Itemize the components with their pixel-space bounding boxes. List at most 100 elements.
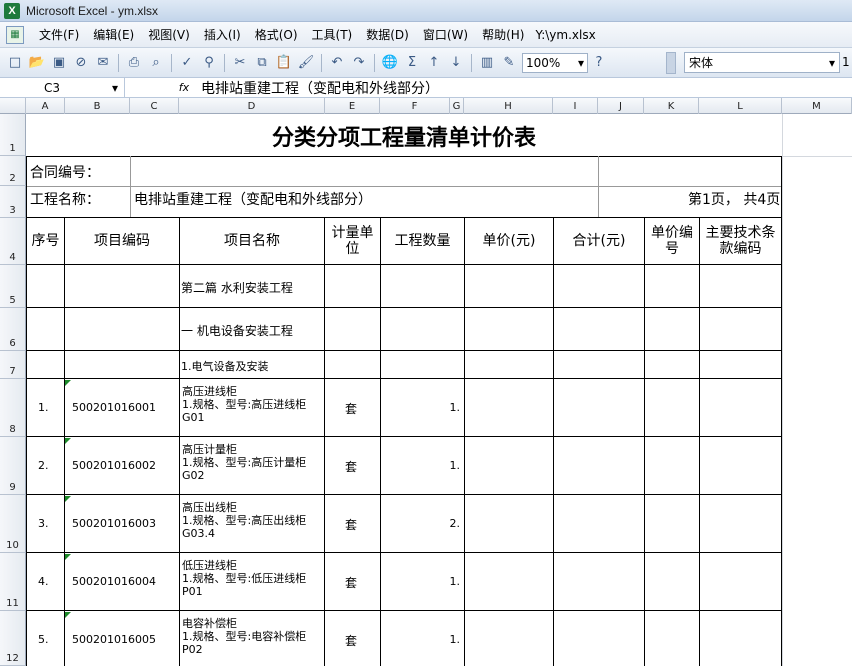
- column-header-d[interactable]: D: [179, 98, 325, 114]
- border-line: [464, 217, 465, 666]
- row-header-7[interactable]: 7: [0, 351, 26, 379]
- menu-help[interactable]: 帮助(H): [475, 24, 531, 45]
- column-header-c[interactable]: C: [130, 98, 179, 114]
- menu-file[interactable]: 文件(F): [32, 24, 86, 45]
- print-preview-icon[interactable]: ⌕: [146, 53, 166, 73]
- toolbar-separator: [374, 53, 375, 72]
- error-indicator-icon: [65, 380, 71, 386]
- formula-bar: C3 ▾ fx 电排站重建工程（变配电和外线部分）: [0, 78, 852, 98]
- item-name-line: 1.规格、型号:低压进线柜: [182, 572, 307, 585]
- row-header-11[interactable]: 11: [0, 553, 26, 611]
- undo-icon[interactable]: ↶: [327, 53, 347, 73]
- item-name-line: 1.规格、型号:高压计量柜: [182, 456, 307, 469]
- row-header-12[interactable]: 12: [0, 611, 26, 666]
- menu-window[interactable]: 窗口(W): [416, 24, 475, 45]
- border-line: [26, 307, 782, 308]
- column-header-h[interactable]: H: [464, 98, 553, 114]
- row-header-2[interactable]: 2: [0, 156, 26, 186]
- header-tech-code: 主要技术条款编码: [705, 225, 776, 257]
- item-name-line: G03.4: [182, 527, 216, 540]
- spelling-icon[interactable]: ✓: [177, 53, 197, 73]
- section-cell: 第二篇 水利安装工程: [181, 281, 293, 295]
- workbook-icon[interactable]: ▦: [6, 25, 24, 44]
- item-no: 5.: [38, 633, 49, 646]
- column-header-e[interactable]: E: [325, 98, 380, 114]
- standard-toolbar: □ 📂 ▣ ⊘ ✉ ⎙ ⌕ ✓ ⚲ ✂ ⧉ 📋 🖌 ↶ ↷ 🌐 Σ ↑ ↓ ▥ …: [0, 48, 852, 78]
- row-header-4[interactable]: 4: [0, 218, 26, 265]
- save-icon[interactable]: ▣: [49, 53, 69, 73]
- column-header-i[interactable]: I: [553, 98, 598, 114]
- border-line: [26, 378, 782, 379]
- font-size-select[interactable]: 1: [842, 52, 852, 73]
- item-qty: 1.: [449, 459, 461, 472]
- menu-format[interactable]: 格式(O): [248, 24, 305, 45]
- row-header-9[interactable]: 9: [0, 437, 26, 495]
- item-name-line: 1.规格、型号:电容补偿柜: [182, 630, 307, 643]
- insert-function-icon[interactable]: fx: [173, 81, 195, 94]
- font-name-select[interactable]: 宋体 ▾: [684, 52, 840, 73]
- item-unit: 套: [345, 518, 358, 532]
- formula-input[interactable]: 电排站重建工程（变配电和外线部分）: [201, 78, 439, 98]
- toolbar-separator: [321, 53, 322, 72]
- column-header-k[interactable]: K: [644, 98, 699, 114]
- sort-descending-icon[interactable]: ↓: [446, 53, 466, 73]
- menu-insert[interactable]: 插入(I): [197, 24, 248, 45]
- column-header-f[interactable]: F: [380, 98, 450, 114]
- hyperlink-icon[interactable]: 🌐: [380, 53, 400, 73]
- autosum-icon[interactable]: Σ: [402, 53, 422, 73]
- header-seq: 序号: [31, 233, 60, 249]
- item-name-line: 电容补偿柜: [182, 617, 237, 630]
- item-name-line: 高压出线柜: [182, 501, 237, 514]
- row-header-5[interactable]: 5: [0, 265, 26, 308]
- item-name-line: P02: [182, 643, 203, 656]
- border-line: [26, 552, 782, 553]
- help-icon[interactable]: ?: [589, 53, 609, 73]
- sort-ascending-icon[interactable]: ↑: [424, 53, 444, 73]
- select-all-corner[interactable]: [0, 98, 26, 114]
- item-qty: 1.: [449, 633, 461, 646]
- column-header-l[interactable]: L: [699, 98, 782, 114]
- column-header-a[interactable]: A: [26, 98, 65, 114]
- format-painter-icon[interactable]: 🖌: [296, 53, 316, 73]
- open-icon[interactable]: 📂: [27, 53, 47, 73]
- paste-icon[interactable]: 📋: [274, 53, 294, 73]
- column-header-m[interactable]: M: [782, 98, 852, 114]
- copy-icon[interactable]: ⧉: [252, 53, 272, 73]
- header-name: 项目名称: [224, 233, 280, 249]
- email-icon[interactable]: ✉: [93, 53, 113, 73]
- row-header-10[interactable]: 10: [0, 495, 26, 553]
- menu-tools[interactable]: 工具(T): [305, 24, 360, 45]
- permission-icon[interactable]: ⊘: [71, 53, 91, 73]
- menu-view[interactable]: 视图(V): [141, 24, 197, 45]
- font-name-value: 宋体: [689, 56, 714, 70]
- menu-bar: ▦ 文件(F) 编辑(E) 视图(V) 插入(I) 格式(O) 工具(T) 数据…: [0, 22, 852, 48]
- zoom-select[interactable]: 100% ▾: [522, 52, 588, 73]
- toolbar-options-grip[interactable]: [666, 52, 676, 74]
- item-qty: 1.: [449, 575, 461, 588]
- column-header-b[interactable]: B: [65, 98, 130, 114]
- chart-wizard-icon[interactable]: ▥: [477, 53, 497, 73]
- border-line: [26, 610, 782, 611]
- toolbar-separator: [224, 53, 225, 72]
- border-line: [553, 217, 554, 666]
- menu-data[interactable]: 数据(D): [359, 24, 416, 45]
- menu-edit[interactable]: 编辑(E): [86, 24, 141, 45]
- drawing-icon[interactable]: ✎: [499, 53, 519, 73]
- chevron-down-icon: ▾: [111, 80, 118, 95]
- column-header-j[interactable]: J: [598, 98, 644, 114]
- new-icon[interactable]: □: [5, 53, 25, 73]
- research-icon[interactable]: ⚲: [199, 53, 219, 73]
- row-header-3[interactable]: 3: [0, 186, 26, 218]
- name-box[interactable]: C3 ▾: [0, 78, 125, 97]
- print-icon[interactable]: ⎙: [124, 53, 144, 73]
- row-header-1[interactable]: 1: [0, 114, 26, 156]
- item-no: 1.: [38, 401, 49, 414]
- item-no: 2.: [38, 459, 49, 472]
- border-line: [26, 350, 782, 351]
- row-header-8[interactable]: 8: [0, 379, 26, 437]
- item-no: 4.: [38, 575, 49, 588]
- cut-icon[interactable]: ✂: [230, 53, 250, 73]
- row-header-6[interactable]: 6: [0, 308, 26, 351]
- redo-icon[interactable]: ↷: [349, 53, 369, 73]
- column-header-g[interactable]: G: [450, 98, 464, 114]
